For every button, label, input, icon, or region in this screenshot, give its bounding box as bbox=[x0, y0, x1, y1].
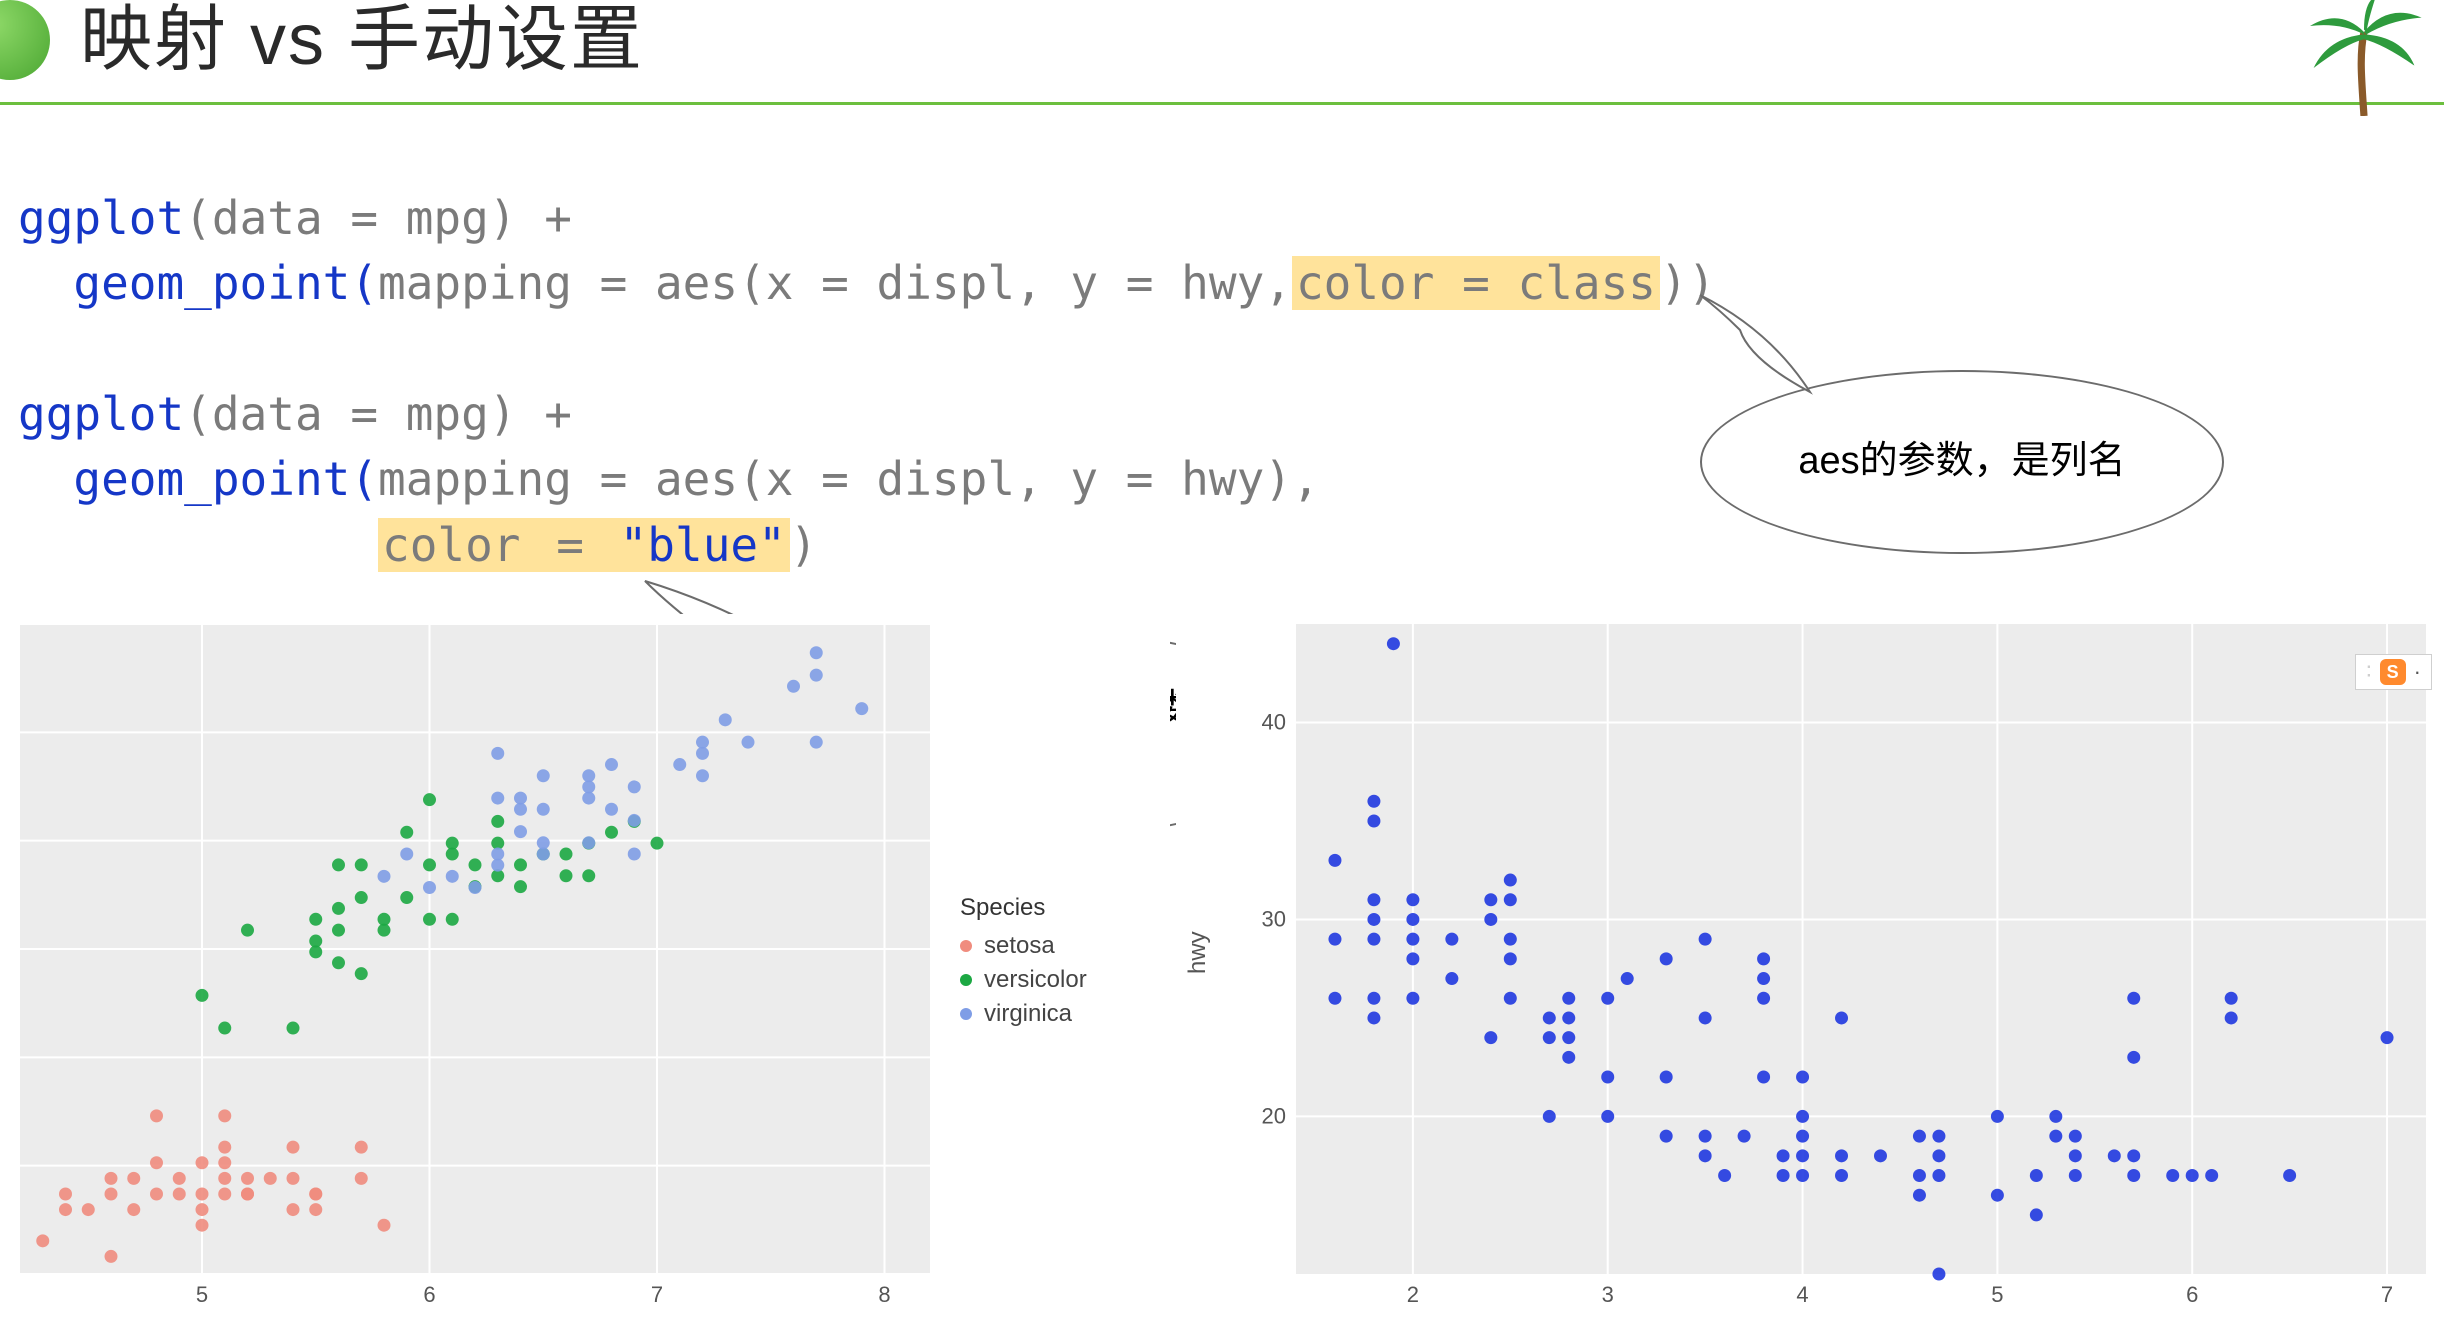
callout-aes: aes的参数，是列名 bbox=[1700, 370, 2224, 554]
legend-item: versicolor bbox=[960, 966, 1087, 994]
svg-text:4: 4 bbox=[1796, 1282, 1808, 1306]
legend-swatch-icon bbox=[960, 974, 972, 986]
legend-swatch-icon bbox=[960, 1008, 972, 1020]
palm-tree-icon bbox=[2294, 0, 2434, 116]
ime-dots-icon: · bbox=[2414, 659, 2421, 685]
code-token: geom_point( bbox=[18, 452, 378, 506]
code-token: mapping bbox=[378, 452, 572, 506]
code-token: ggplot bbox=[18, 191, 184, 245]
code-token: data = mpg bbox=[212, 191, 489, 245]
code-token: ggplot bbox=[18, 387, 184, 441]
code-token: ( bbox=[184, 387, 212, 441]
code-token: ) bbox=[790, 518, 818, 572]
title-bar: 映射 vs 手动设置 bbox=[0, 0, 2444, 100]
code-token: ( bbox=[184, 191, 212, 245]
ime-dots-icon: ∶ bbox=[2366, 659, 2372, 685]
logo-badge-icon bbox=[0, 0, 50, 80]
legend-swatch-icon bbox=[960, 940, 972, 952]
chart-left-legend: Species setosa versicolor virginica bbox=[960, 894, 1087, 1034]
chart-left-plot: 5 6 7 8 bbox=[0, 614, 940, 1306]
code-highlight-blue-literal: "blue" bbox=[616, 518, 790, 572]
code-token: )) bbox=[1660, 256, 1715, 310]
title-divider bbox=[0, 102, 2444, 105]
svg-text:6: 6 bbox=[423, 1282, 435, 1306]
code-pad bbox=[18, 518, 378, 572]
chart-right-ylabel: hwy bbox=[1184, 931, 1212, 974]
code-token: = aes(x = displ, y = hwy, bbox=[572, 256, 1292, 310]
ime-s-icon: S bbox=[2380, 659, 2406, 685]
svg-text:40: 40 bbox=[1262, 709, 1286, 734]
svg-text:8: 8 bbox=[878, 1282, 890, 1306]
code-token: ) + bbox=[489, 387, 572, 441]
code-token: ) + bbox=[489, 191, 572, 245]
svg-text:5: 5 bbox=[1991, 1282, 2003, 1306]
code-block: ggplot(data = mpg) + geom_point(mapping … bbox=[18, 186, 1715, 578]
code-token: geom_point( bbox=[18, 256, 378, 310]
svg-text:7: 7 bbox=[651, 1282, 663, 1306]
svg-text:5: 5 bbox=[196, 1282, 208, 1306]
legend-label: versicolor bbox=[984, 966, 1087, 994]
legend-item: virginica bbox=[960, 1000, 1087, 1028]
legend-label: setosa bbox=[984, 932, 1055, 960]
svg-text:3: 3 bbox=[1602, 1282, 1614, 1306]
code-highlight-aes-color: color = class bbox=[1292, 256, 1660, 310]
code-token: mapping bbox=[378, 256, 572, 310]
legend-item: setosa bbox=[960, 932, 1087, 960]
svg-text:20: 20 bbox=[1262, 1103, 1286, 1128]
ime-badge: ∶ S · bbox=[2355, 654, 2432, 690]
slide-title: 映射 vs 手动设置 bbox=[80, 0, 644, 85]
chart-left-panel: 5 6 7 8 Species setosa versicolor virginica bbox=[0, 614, 1170, 1334]
svg-text:2: 2 bbox=[1407, 1282, 1419, 1306]
svg-text:7: 7 bbox=[2381, 1282, 2393, 1306]
chart-right-plot: 2 3 4 5 6 7 20 30 40 bbox=[1236, 614, 2436, 1306]
svg-text:6: 6 bbox=[2186, 1282, 2198, 1306]
code-highlight-color-kw: color bbox=[378, 518, 524, 572]
code-token: data = mpg bbox=[212, 387, 489, 441]
legend-label: virginica bbox=[984, 1000, 1072, 1028]
legend-title: Species bbox=[960, 894, 1087, 922]
callout-aes-text: aes的参数，是列名 bbox=[1798, 437, 2125, 486]
code-highlight-eq: = bbox=[525, 518, 616, 572]
chart-right-panel: hwy 2 3 4 5 6 7 20 30 40 ∶ S · bbox=[1176, 614, 2444, 1334]
svg-text:30: 30 bbox=[1262, 906, 1286, 931]
code-token: = aes(x = displ, y = hwy), bbox=[572, 452, 1320, 506]
